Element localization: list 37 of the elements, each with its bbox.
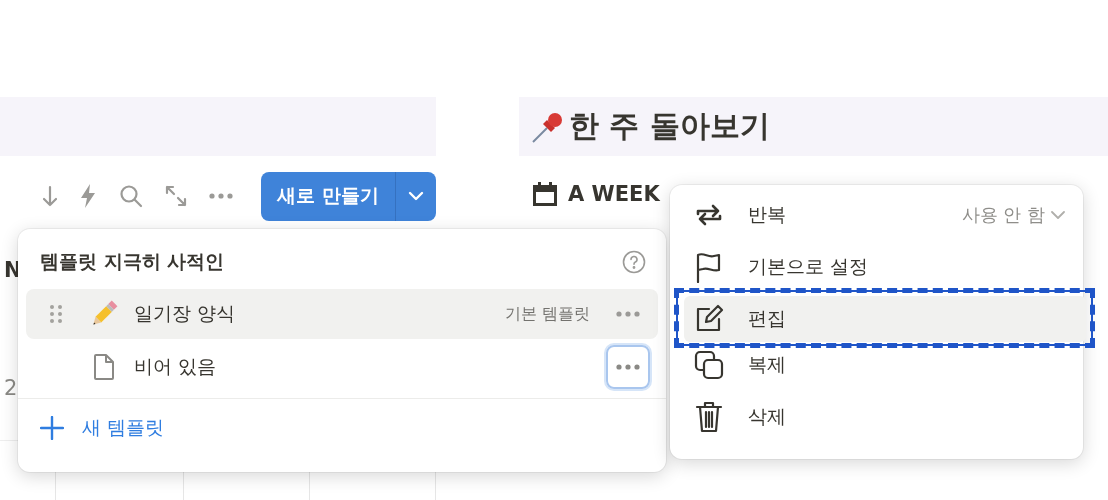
repeat-icon (695, 203, 723, 227)
menu-item[interactable]: 반복 사용 안 함 (684, 192, 1075, 238)
template-row[interactable]: 일기장 양식 기본 템플릿 (26, 289, 658, 339)
page-title: 한 주 돌아보기 (569, 107, 770, 145)
menu-item[interactable]: 삭제 (684, 394, 1075, 440)
dropdown-button[interactable] (396, 171, 436, 221)
page-icon (93, 353, 115, 381)
new-button[interactable]: 새로 만들기 (261, 171, 396, 221)
add-template-button[interactable]: 새 템플릿 (18, 399, 187, 457)
menu-item[interactable]: 기본으로 설정 (684, 244, 1075, 290)
view-tab[interactable]: A WEEK (532, 182, 660, 210)
chevron-icon (408, 191, 424, 201)
more-icon (209, 193, 234, 199)
menu-item[interactable]: 복제 (684, 342, 1075, 388)
calendar-icon (532, 182, 558, 206)
more-button[interactable] (606, 345, 650, 389)
search-icon[interactable] (119, 184, 144, 208)
more-icon (616, 311, 640, 317)
template-name: 비어 있음 (134, 354, 218, 379)
template-name: 일기장 양식 (134, 301, 237, 326)
default-label: 기본 템플릿 (504, 303, 590, 325)
duplicate-icon (694, 350, 724, 380)
template-row[interactable]: 비어 있음 (26, 342, 658, 392)
plus-icon (40, 416, 64, 440)
drag-handle-icon[interactable] (50, 304, 62, 324)
lightning-icon[interactable] (79, 184, 98, 208)
more-icon (616, 364, 640, 370)
help-icon[interactable] (622, 250, 646, 274)
chevron-icon (1051, 210, 1065, 220)
menu-item[interactable]: 편집 (684, 296, 1086, 342)
trash-icon (695, 401, 723, 433)
expand-icon[interactable] (165, 185, 188, 207)
sort-icon (43, 185, 58, 207)
flag-icon (695, 251, 723, 283)
popup-title: 템플릿 지극히 사적인 (40, 249, 225, 274)
table-cell: 2 (4, 376, 18, 400)
edit-icon (694, 304, 724, 334)
